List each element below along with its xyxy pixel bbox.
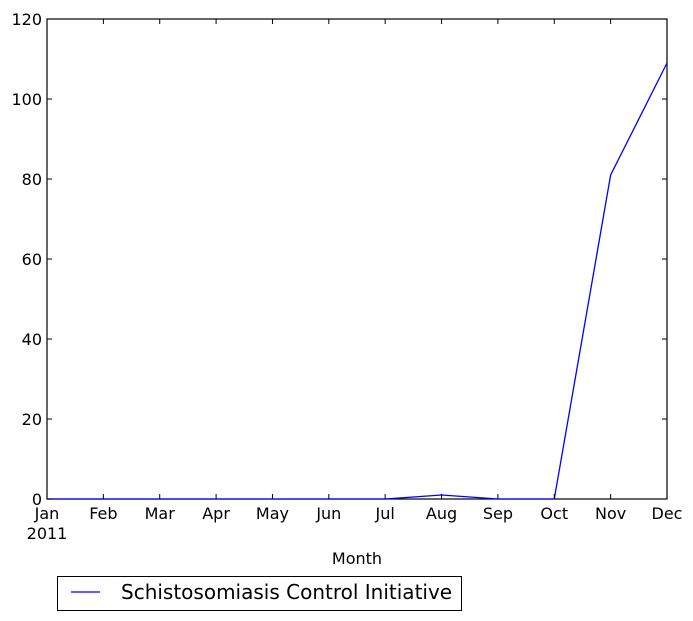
y-tick-label: 60	[22, 250, 42, 269]
x-tick-label: Feb	[89, 504, 117, 523]
y-tick-label: 100	[11, 90, 42, 109]
y-tick-label: 40	[22, 330, 42, 349]
x-tick-label: Aug	[426, 504, 457, 523]
x-tick-label: Jul	[375, 504, 395, 523]
x-tick-label: Sep	[483, 504, 513, 523]
x-tick-label: Apr	[202, 504, 230, 523]
y-tick-label: 80	[22, 170, 42, 189]
x-tick-label: Jun	[315, 504, 341, 523]
legend: Schistosomiasis Control Initiative	[57, 576, 462, 611]
legend-label: Schistosomiasis Control Initiative	[121, 580, 452, 604]
y-tick-label: 20	[22, 410, 42, 429]
x-tick-label: Mar	[145, 504, 176, 523]
line-chart: 020406080100120 Jan Feb Mar Apr May Jun Jul Aug…	[11, 10, 683, 611]
y-tick-label: 120	[11, 10, 42, 29]
x-axis-year-label: 2011	[27, 524, 68, 543]
x-tick-label: Nov	[595, 504, 626, 523]
plot-area	[46, 18, 668, 500]
x-tick-label: May	[256, 504, 289, 523]
x-axis-title: Month	[332, 549, 382, 568]
axes-frame	[46, 18, 668, 500]
x-tick-label: Oct	[540, 504, 568, 523]
x-tick-label: Jan	[34, 504, 60, 523]
x-tick-label: Dec	[652, 504, 683, 523]
